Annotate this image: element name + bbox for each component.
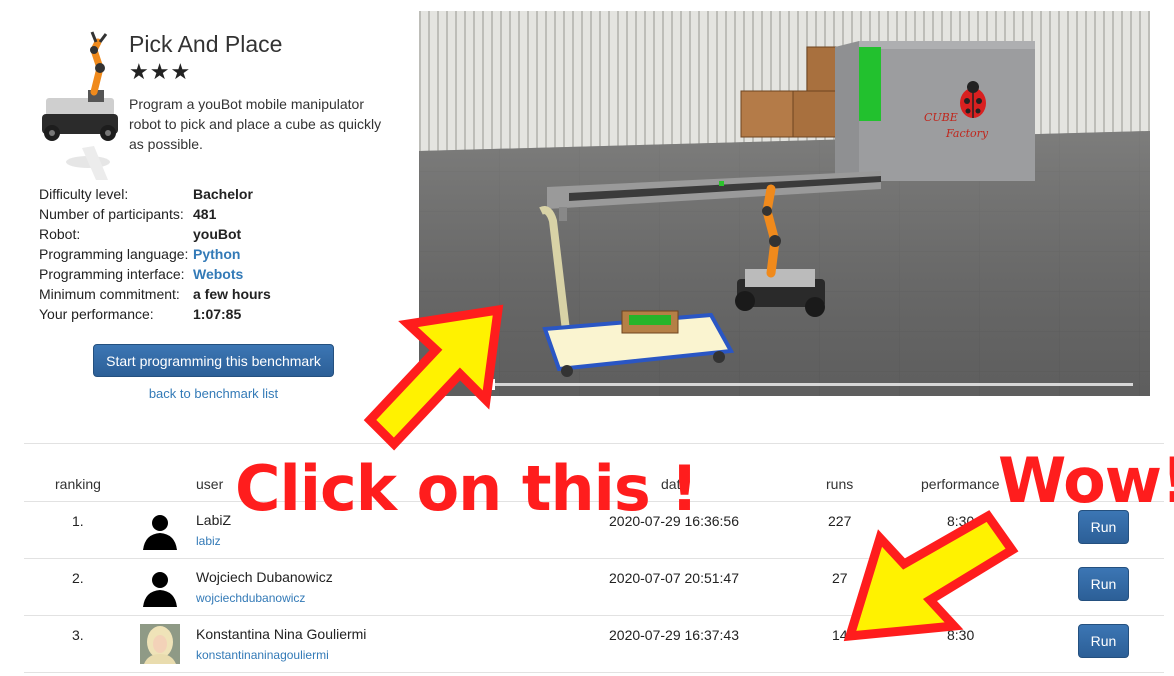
crate [740, 90, 794, 138]
detail-row-participants: Number of participants: 481 [39, 204, 271, 224]
detail-label: Programming interface: [39, 266, 185, 282]
youbot-robot-icon [42, 31, 118, 180]
detail-row-interface: Programming interface: Webots [39, 264, 271, 284]
run-button[interactable]: Run [1078, 567, 1129, 601]
simulation-view[interactable]: CUBE Factory [419, 11, 1150, 396]
detail-value: a few hours [193, 286, 271, 302]
benchmark-title: Pick And Place [129, 31, 283, 57]
start-programming-button[interactable]: Start programming this benchmark [93, 344, 334, 377]
col-header-runs: runs [826, 476, 854, 492]
playback-track[interactable] [491, 383, 1133, 386]
detail-label: Your performance: [39, 306, 154, 322]
detail-row-performance: Your performance: 1:07:85 [39, 304, 271, 324]
benchmark-details-table: Difficulty level: Bachelor Number of par… [39, 184, 271, 324]
detail-row-robot: Robot: youBot [39, 224, 271, 244]
detail-label: Number of participants: [39, 206, 184, 222]
back-to-list-link[interactable]: back to benchmark list [93, 386, 334, 401]
detail-value: 1:07:85 [193, 306, 242, 322]
row-rank: 3. [72, 627, 84, 643]
detail-label: Minimum commitment: [39, 286, 180, 302]
yellow-arrow-icon [363, 304, 504, 451]
detail-row-difficulty: Difficulty level: Bachelor [39, 184, 271, 204]
avatar [140, 567, 180, 607]
avatar [140, 510, 180, 550]
row-date: 2020-07-07 20:51:47 [609, 570, 739, 586]
crate [792, 90, 838, 138]
row-user-link[interactable]: wojciechdubanowicz [196, 591, 305, 605]
col-header-ranking: ranking [55, 476, 101, 492]
row-user-link[interactable]: labiz [196, 534, 221, 548]
row-date: 2020-07-29 16:37:43 [609, 627, 739, 643]
row-username: Wojciech Dubanowicz [196, 569, 333, 585]
detail-value: 481 [193, 206, 217, 222]
col-header-performance: performance [921, 476, 1000, 492]
row-rank: 1. [72, 513, 84, 529]
annotation-click-text: Click on this ! [235, 452, 699, 525]
factory-label-1: CUBE [924, 111, 958, 124]
benchmark-description: Program a youBot mobile manipulator robo… [129, 96, 382, 152]
row-rule [24, 672, 1164, 673]
avatar [140, 624, 180, 664]
row-username: LabiZ [196, 512, 232, 528]
detail-row-commitment: Minimum commitment: a few hours [39, 284, 271, 304]
interface-link[interactable]: Webots [193, 264, 271, 284]
detail-label: Programming language: [39, 246, 189, 262]
col-header-user: user [196, 476, 224, 492]
yellow-arrow-icon [843, 510, 1019, 642]
detail-row-language: Programming language: Python [39, 244, 271, 264]
detail-label: Robot: [39, 226, 81, 242]
language-link[interactable]: Python [193, 244, 271, 264]
detail-label: Difficulty level: [39, 186, 129, 202]
run-button[interactable]: Run [1078, 624, 1129, 658]
detail-value: youBot [193, 226, 242, 242]
factory-label-2: Factory [945, 127, 989, 140]
annotation-wow-text: Wow! [998, 444, 1174, 517]
row-username: Konstantina Nina Gouliermi [196, 626, 367, 642]
row-user-link[interactable]: konstantinaninagouliermi [196, 648, 329, 662]
factory-door-light [859, 47, 881, 121]
row-rank: 2. [72, 570, 84, 586]
difficulty-stars: ★★★ [129, 59, 192, 84]
leaderboard-top-rule [24, 443, 1164, 444]
detail-value: Bachelor [193, 186, 253, 202]
